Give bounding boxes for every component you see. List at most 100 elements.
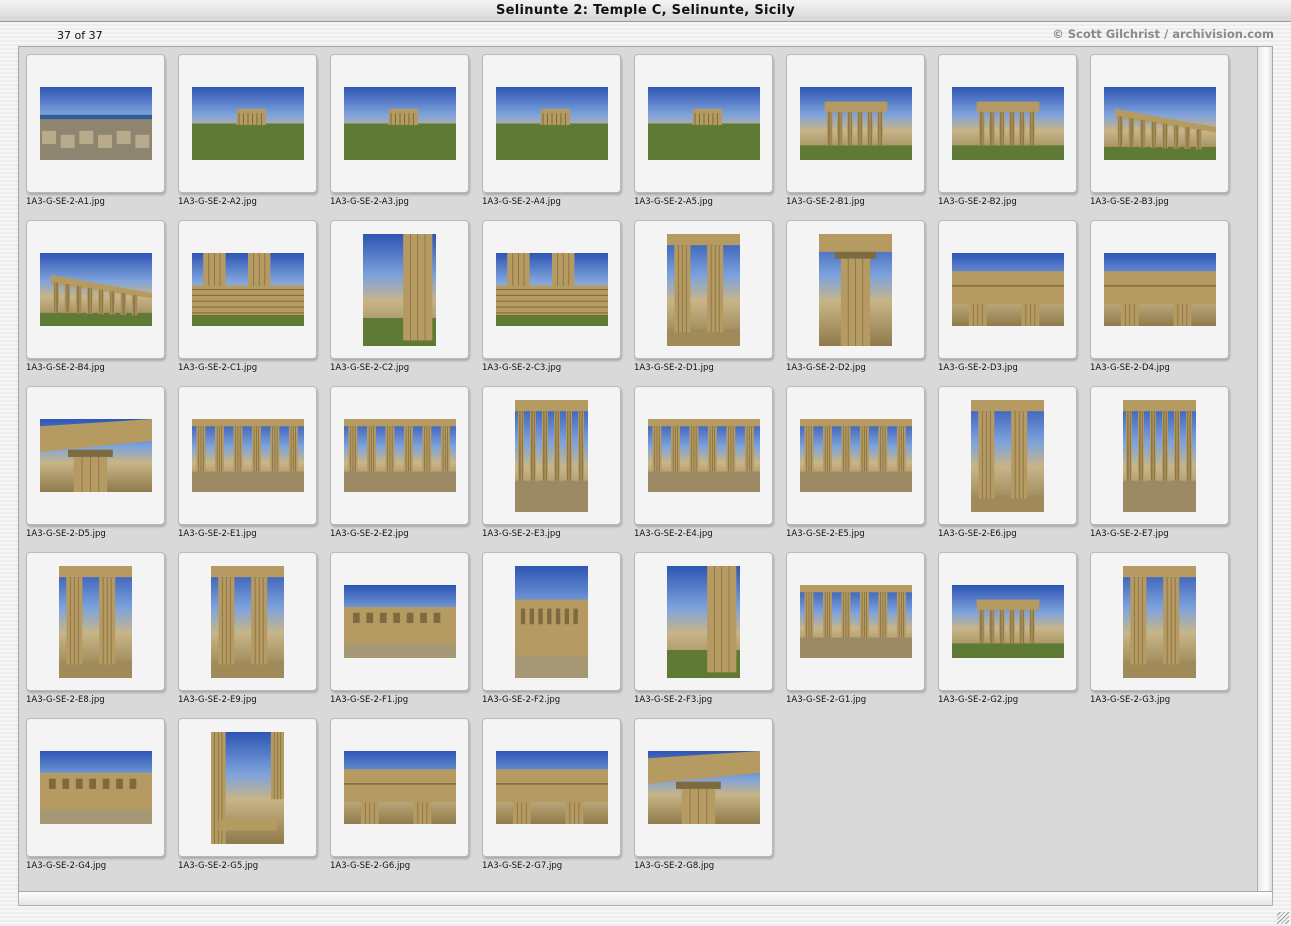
- thumbnail-item[interactable]: 1A3-G-SE-2-E6.jpg: [937, 386, 1077, 541]
- slide-mount[interactable]: [178, 718, 317, 857]
- thumbnail-item[interactable]: 1A3-G-SE-2-G4.jpg: [25, 718, 165, 873]
- slide-mount[interactable]: [178, 54, 317, 193]
- vertical-scrollbar[interactable]: [1257, 47, 1272, 891]
- thumbnail-image[interactable]: [343, 87, 456, 160]
- thumbnail-image[interactable]: [39, 253, 152, 326]
- thumbnail-item[interactable]: 1A3-G-SE-2-E5.jpg: [785, 386, 925, 541]
- thumbnail-item[interactable]: 1A3-G-SE-2-E2.jpg: [329, 386, 469, 541]
- slide-mount[interactable]: [786, 552, 925, 691]
- thumbnail-image[interactable]: [39, 751, 152, 824]
- thumbnail-image[interactable]: [951, 87, 1064, 160]
- thumbnail-image[interactable]: [951, 585, 1064, 658]
- thumbnail-item[interactable]: 1A3-G-SE-2-G7.jpg: [481, 718, 621, 873]
- thumbnail-item[interactable]: 1A3-G-SE-2-E8.jpg: [25, 552, 165, 707]
- thumbnail-image[interactable]: [667, 565, 740, 678]
- slide-mount[interactable]: [330, 386, 469, 525]
- thumbnail-image[interactable]: [39, 419, 152, 492]
- thumbnail-image[interactable]: [951, 253, 1064, 326]
- thumbnail-item[interactable]: 1A3-G-SE-2-G8.jpg: [633, 718, 773, 873]
- thumbnail-item[interactable]: 1A3-G-SE-2-E1.jpg: [177, 386, 317, 541]
- thumbnail-image[interactable]: [1123, 399, 1196, 512]
- thumbnail-image[interactable]: [191, 419, 304, 492]
- thumbnail-image[interactable]: [647, 751, 760, 824]
- thumbnail-item[interactable]: 1A3-G-SE-2-B3.jpg: [1089, 54, 1229, 209]
- thumbnail-image[interactable]: [799, 419, 912, 492]
- thumbnail-item[interactable]: 1A3-G-SE-2-F1.jpg: [329, 552, 469, 707]
- thumbnail-image[interactable]: [495, 751, 608, 824]
- thumbnail-item[interactable]: 1A3-G-SE-2-G5.jpg: [177, 718, 317, 873]
- thumbnail-item[interactable]: 1A3-G-SE-2-A2.jpg: [177, 54, 317, 209]
- slide-mount[interactable]: [634, 220, 773, 359]
- slide-mount[interactable]: [330, 220, 469, 359]
- thumbnail-item[interactable]: 1A3-G-SE-2-D2.jpg: [785, 220, 925, 375]
- slide-mount[interactable]: [178, 552, 317, 691]
- slide-mount[interactable]: [938, 386, 1077, 525]
- slide-mount[interactable]: [178, 220, 317, 359]
- thumbnail-image[interactable]: [495, 253, 608, 326]
- thumbnail-image[interactable]: [819, 233, 892, 346]
- horizontal-scrollbar[interactable]: [18, 892, 1273, 906]
- thumbnail-image[interactable]: [211, 731, 284, 844]
- slide-mount[interactable]: [786, 220, 925, 359]
- slide-mount[interactable]: [1090, 552, 1229, 691]
- thumbnail-item[interactable]: 1A3-G-SE-2-G6.jpg: [329, 718, 469, 873]
- thumbnail-image[interactable]: [39, 87, 152, 160]
- thumbnail-image[interactable]: [515, 565, 588, 678]
- thumbnail-image[interactable]: [1103, 87, 1216, 160]
- thumbnail-item[interactable]: 1A3-G-SE-2-A3.jpg: [329, 54, 469, 209]
- slide-mount[interactable]: [482, 220, 621, 359]
- thumbnail-item[interactable]: 1A3-G-SE-2-G2.jpg: [937, 552, 1077, 707]
- thumbnail-item[interactable]: 1A3-G-SE-2-F2.jpg: [481, 552, 621, 707]
- thumbnail-item[interactable]: 1A3-G-SE-2-E9.jpg: [177, 552, 317, 707]
- thumbnail-item[interactable]: 1A3-G-SE-2-D5.jpg: [25, 386, 165, 541]
- thumbnail-item[interactable]: 1A3-G-SE-2-D3.jpg: [937, 220, 1077, 375]
- thumbnail-image[interactable]: [343, 751, 456, 824]
- thumbnail-image[interactable]: [191, 253, 304, 326]
- thumbnail-item[interactable]: 1A3-G-SE-2-B1.jpg: [785, 54, 925, 209]
- thumbnail-image[interactable]: [211, 565, 284, 678]
- thumbnail-image[interactable]: [1103, 253, 1216, 326]
- thumbnail-item[interactable]: 1A3-G-SE-2-C1.jpg: [177, 220, 317, 375]
- slide-mount[interactable]: [938, 552, 1077, 691]
- thumbnail-image[interactable]: [59, 565, 132, 678]
- slide-mount[interactable]: [634, 54, 773, 193]
- thumbnail-item[interactable]: 1A3-G-SE-2-D1.jpg: [633, 220, 773, 375]
- thumbnail-image[interactable]: [191, 87, 304, 160]
- slide-mount[interactable]: [26, 54, 165, 193]
- slide-mount[interactable]: [938, 220, 1077, 359]
- slide-mount[interactable]: [26, 220, 165, 359]
- slide-mount[interactable]: [786, 54, 925, 193]
- slide-mount[interactable]: [1090, 54, 1229, 193]
- slide-mount[interactable]: [634, 718, 773, 857]
- thumbnail-item[interactable]: 1A3-G-SE-2-A5.jpg: [633, 54, 773, 209]
- slide-mount[interactable]: [330, 552, 469, 691]
- slide-mount[interactable]: [482, 54, 621, 193]
- slide-mount[interactable]: [1090, 386, 1229, 525]
- slide-mount[interactable]: [634, 386, 773, 525]
- thumbnail-image[interactable]: [799, 585, 912, 658]
- slide-mount[interactable]: [26, 718, 165, 857]
- slide-mount[interactable]: [482, 386, 621, 525]
- slide-mount[interactable]: [482, 718, 621, 857]
- thumbnail-item[interactable]: 1A3-G-SE-2-F3.jpg: [633, 552, 773, 707]
- thumbnail-image[interactable]: [343, 585, 456, 658]
- thumbnail-item[interactable]: 1A3-G-SE-2-C3.jpg: [481, 220, 621, 375]
- thumbnail-item[interactable]: 1A3-G-SE-2-E3.jpg: [481, 386, 621, 541]
- thumbnail-item[interactable]: 1A3-G-SE-2-D4.jpg: [1089, 220, 1229, 375]
- slide-mount[interactable]: [786, 386, 925, 525]
- thumbnail-image[interactable]: [1123, 565, 1196, 678]
- thumbnail-item[interactable]: 1A3-G-SE-2-E7.jpg: [1089, 386, 1229, 541]
- thumbnail-image[interactable]: [343, 419, 456, 492]
- slide-mount[interactable]: [634, 552, 773, 691]
- thumbnail-image[interactable]: [515, 399, 588, 512]
- slide-mount[interactable]: [482, 552, 621, 691]
- slide-mount[interactable]: [330, 718, 469, 857]
- thumbnail-item[interactable]: 1A3-G-SE-2-A4.jpg: [481, 54, 621, 209]
- thumbnail-item[interactable]: 1A3-G-SE-2-A1.jpg: [25, 54, 165, 209]
- slide-mount[interactable]: [938, 54, 1077, 193]
- thumbnail-item[interactable]: 1A3-G-SE-2-B2.jpg: [937, 54, 1077, 209]
- slide-mount[interactable]: [1090, 220, 1229, 359]
- thumbnail-image[interactable]: [495, 87, 608, 160]
- thumbnail-image[interactable]: [647, 419, 760, 492]
- thumbnail-item[interactable]: 1A3-G-SE-2-E4.jpg: [633, 386, 773, 541]
